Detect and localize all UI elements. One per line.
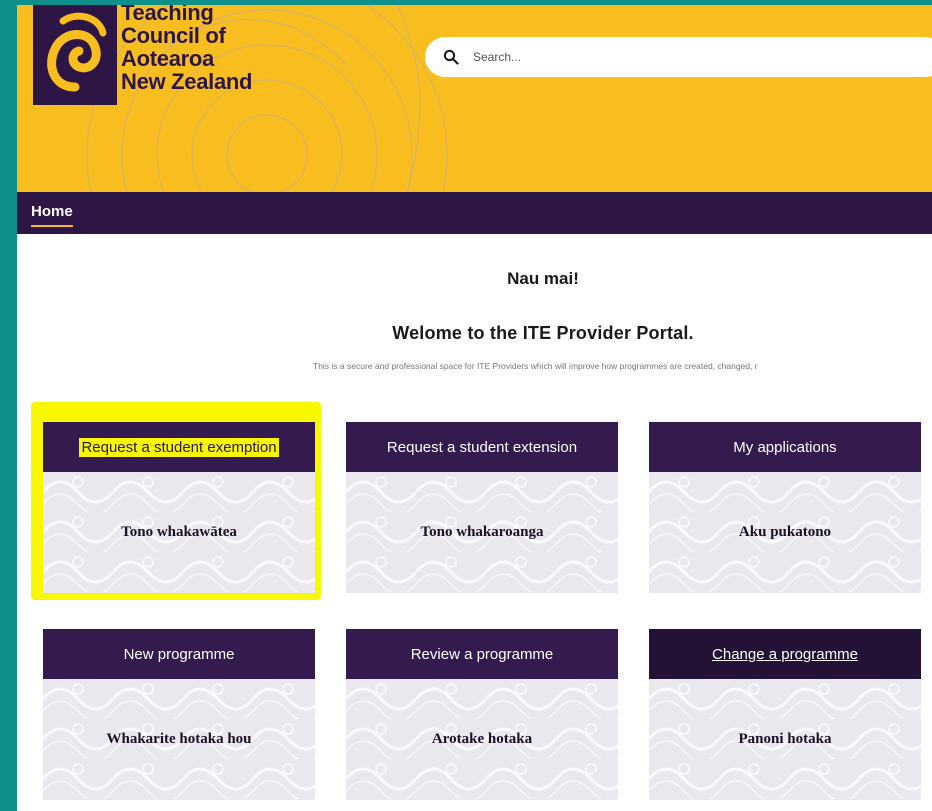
tile-subtitle: Tono whakaroanga — [420, 524, 544, 540]
koru-logo-icon — [47, 12, 107, 92]
search-input[interactable] — [473, 50, 873, 64]
org-name: Teaching Council of Aotearoa New Zealand — [121, 5, 252, 93]
nav-item-home[interactable]: Home — [31, 203, 73, 227]
search-bar[interactable] — [425, 37, 932, 77]
tile-change-programme[interactable]: Change a programme Panoni hotaka — [649, 629, 921, 800]
greeting-heading: Nau mai! — [507, 269, 579, 288]
tile-review-programme[interactable]: Review a programme Arotake hotaka — [346, 629, 618, 800]
org-name-line: Aotearoa — [121, 46, 214, 71]
org-name-line: New Zealand — [121, 69, 253, 94]
tile-title: Request a student exemption — [43, 422, 315, 472]
tile-title: Change a programme — [649, 629, 921, 679]
tile-subtitle: Aku pukatono — [738, 524, 832, 540]
portal-page: Teaching Council of Aotearoa New Zealand… — [17, 5, 932, 811]
tile-request-student-exemption[interactable]: Request a student exemption Tono whakawā… — [43, 422, 315, 593]
tile-title: Review a programme — [346, 629, 618, 679]
tile-subtitle: Whakarite hotaka hou — [106, 731, 252, 747]
tile-new-programme[interactable]: New programme Whakarite hotaka hou — [43, 629, 315, 800]
council-logo[interactable] — [33, 5, 117, 105]
tile-subtitle: Panoni hotaka — [738, 731, 832, 747]
tile-request-student-extension[interactable]: Request a student extension Tono whakaro… — [346, 422, 618, 593]
tile-title: New programme — [43, 629, 315, 679]
tile-subtitle: Arotake hotaka — [431, 731, 533, 747]
welcome-heading: Welome to the ITE Provider Portal. — [392, 323, 694, 343]
org-name-line: Teaching — [121, 5, 214, 25]
window-frame-left — [0, 0, 17, 811]
tile-title-link[interactable]: Change a programme — [712, 646, 858, 663]
tile-subtitle: Tono whakawātea — [121, 524, 237, 540]
intro-text: This is a secure and professional space … — [313, 361, 758, 371]
main-nav: Home — [17, 192, 932, 234]
tile-title: Request a student extension — [346, 422, 618, 472]
tile-title: My applications — [649, 422, 921, 472]
tile-title-label: Request a student exemption — [79, 437, 279, 457]
tile-my-applications[interactable]: My applications Aku pukatono — [649, 422, 921, 593]
site-header: Teaching Council of Aotearoa New Zealand — [17, 5, 932, 192]
org-name-line: Council of — [121, 23, 226, 48]
search-icon[interactable] — [443, 49, 459, 65]
